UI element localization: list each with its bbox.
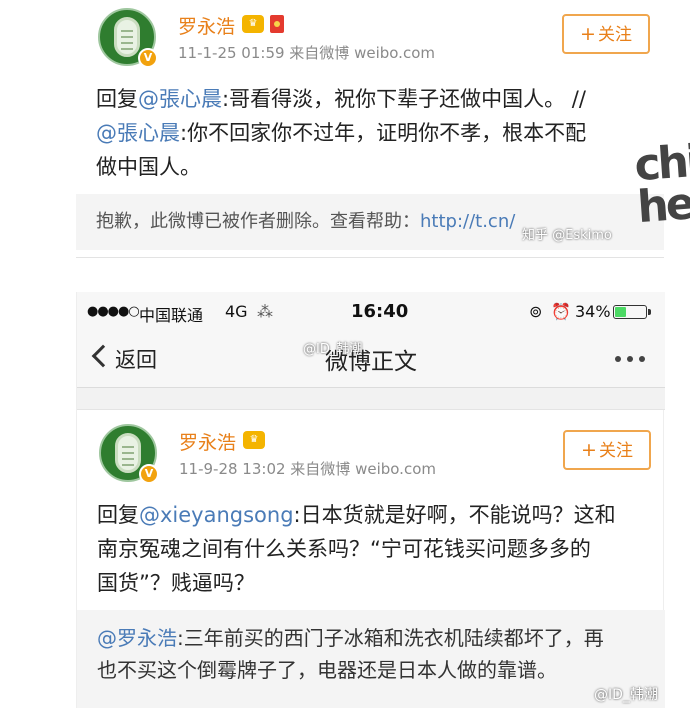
alarm-icon: ⏰: [551, 302, 571, 321]
battery-fill: [615, 307, 626, 317]
zhihu-watermark: 知乎 @Eskimo: [522, 228, 612, 243]
reply-line-1: 回复@xieyangsong:日本货就是好啊，不能说吗？这和: [97, 498, 657, 532]
vip-crown-icon: ♛: [243, 431, 265, 449]
chiphell-watermark: chip hell: [633, 134, 690, 234]
signal-icon: ●●●●○: [87, 304, 140, 319]
plus-icon: +: [580, 23, 596, 45]
username[interactable]: 罗永浩: [179, 428, 236, 455]
status-bar: ●●●●○ 中国联通 4G ⁂ 16:40 ⊚ ⏰ 34%: [77, 292, 665, 330]
status-time: 16:40: [351, 301, 409, 322]
verified-badge-icon: V: [138, 48, 158, 68]
weibo-watermark: @ID_韩潮: [303, 342, 363, 357]
reply-text-1: :日本货就是好啊，不能说吗？这和: [293, 503, 616, 527]
carrier: 中国联通: [139, 306, 204, 325]
quoted-post-text: @罗永浩:三年前买的西门子冰箱和洗衣机陆续都坏了，再 也不买这个倒霉牌子了，电器…: [97, 622, 657, 686]
network-type: 4G: [225, 302, 248, 321]
quoted-line-2: 也不买这个倒霉牌子了，电器还是日本人做的靠谱。: [97, 658, 557, 682]
battery-percent: 34%: [575, 302, 611, 321]
deleted-notice-text: 抱歉，此微博已被作者删除。查看帮助：: [96, 211, 420, 232]
quoted-line-2: 做中国人。: [96, 155, 201, 179]
reply-line-2: 南京冤魂之间有什么关系吗？“宁可花钱买问题多多的: [97, 537, 591, 561]
quoted-mention[interactable]: @罗永浩: [97, 626, 177, 650]
follow-button[interactable]: + 关注: [563, 430, 651, 470]
section-divider: [77, 388, 665, 410]
quoted-text-1: :你不回家你不过年，证明你不孝，根本不配: [180, 121, 587, 145]
quoted-post[interactable]: @罗永浩:三年前买的西门子冰箱和洗衣机陆续都坏了，再 也不买这个倒霉牌子了，电器…: [77, 610, 665, 708]
vip-crown-icon: ♛: [242, 15, 264, 33]
help-link[interactable]: http://t.cn/: [420, 211, 515, 232]
reply-mention[interactable]: @張心晨: [138, 87, 222, 111]
red-envelope-icon: [270, 15, 284, 33]
verified-badge-icon: V: [139, 464, 159, 484]
quoted-mention[interactable]: @張心晨: [96, 121, 180, 145]
reply-text: :哥看得淡，祝你下辈子还做中国人。 //: [222, 87, 586, 111]
quoted-line-1: @張心晨:你不回家你不过年，证明你不孝，根本不配: [96, 116, 656, 150]
follow-label: 关注: [598, 441, 633, 461]
reply-prefix: 回复: [97, 503, 139, 527]
battery-icon: [613, 305, 651, 319]
rotation-lock-icon: ⊚: [529, 302, 543, 321]
reply-mention[interactable]: @xieyangsong: [139, 503, 294, 527]
post-body: 回复@張心晨:哥看得淡，祝你下辈子还做中国人。 // @張心晨:你不回家你不过年…: [96, 82, 656, 184]
loading-icon: ⁂: [257, 302, 273, 321]
corner-watermark: @ID_韩潮: [594, 687, 658, 703]
username[interactable]: 罗永浩: [178, 12, 235, 39]
post-meta: 11-1-25 01:59 来自微博 weibo.com: [178, 44, 435, 62]
reply-line-3: 国货”？贱逼吗？: [97, 571, 255, 595]
reply-prefix: 回复: [96, 87, 138, 111]
watermark-hell: hell: [635, 176, 690, 234]
reply-line: 回复@張心晨:哥看得淡，祝你下辈子还做中国人。 //: [96, 82, 656, 116]
plus-icon: +: [581, 439, 597, 461]
post-meta: 11-9-28 13:02 来自微博 weibo.com: [179, 460, 436, 478]
quoted-line-1: @罗永浩:三年前买的西门子冰箱和洗衣机陆续都坏了，再: [97, 622, 657, 654]
follow-label: 关注: [597, 25, 632, 45]
quoted-text-1: :三年前买的西门子冰箱和洗衣机陆续都坏了，再: [177, 626, 604, 650]
post-body: 回复@xieyangsong:日本货就是好啊，不能说吗？这和 南京冤魂之间有什么…: [97, 498, 657, 600]
phone-screenshot: ●●●●○ 中国联通 4G ⁂ 16:40 ⊚ ⏰ 34% 返回 微博正文 @I…: [76, 292, 665, 708]
follow-button[interactable]: + 关注: [562, 14, 650, 54]
more-icon[interactable]: [615, 356, 621, 362]
nav-bar: 返回 微博正文 @ID_韩潮: [77, 330, 665, 388]
page-title: 微博正文: [325, 349, 417, 375]
weibo-post-deleted-card: V 罗永浩 ♛ 11-1-25 01:59 来自微博 weibo.com + 关注…: [76, 0, 690, 258]
